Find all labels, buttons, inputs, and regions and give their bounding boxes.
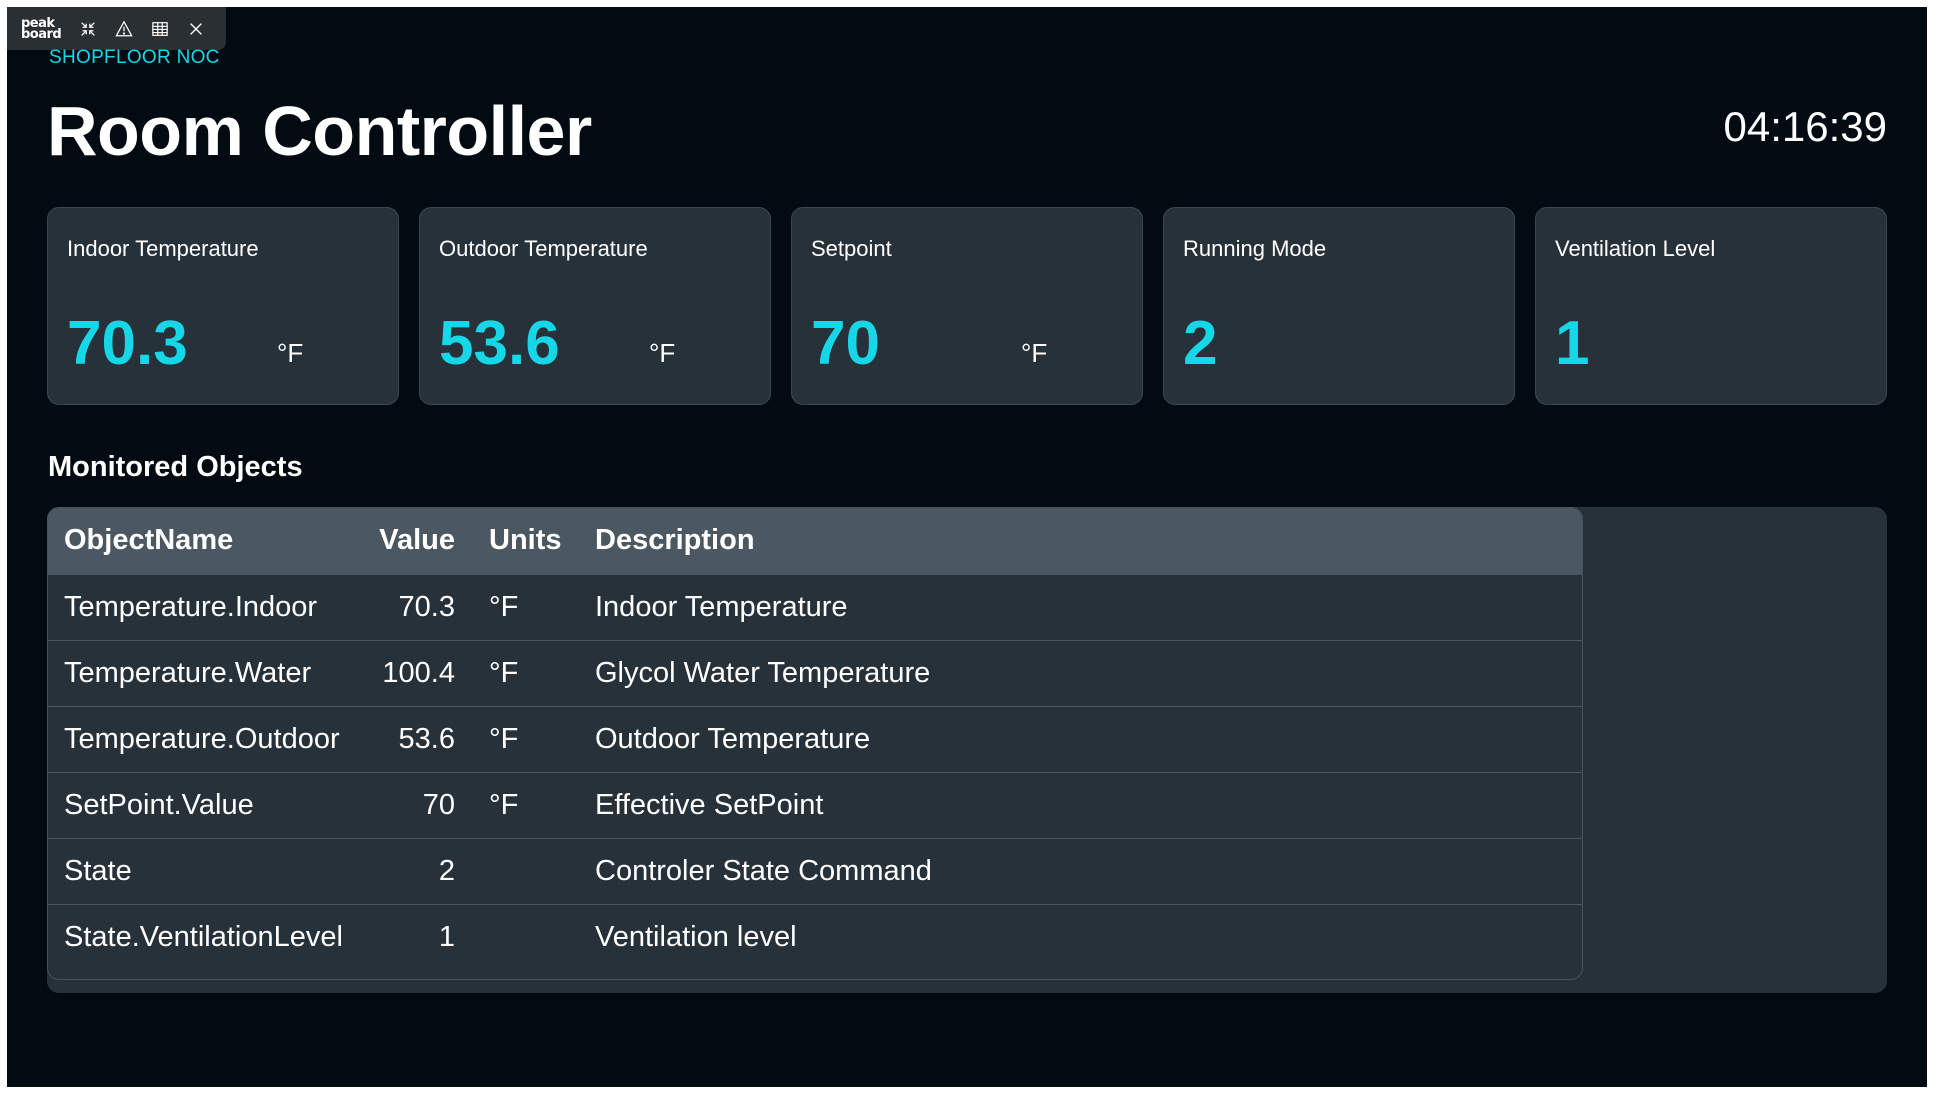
cell-value: 53.6 xyxy=(364,705,472,772)
monitored-objects-table: ObjectName Value Units Description Tempe… xyxy=(47,507,1583,980)
peakboard-logo: peak board xyxy=(21,17,63,42)
cell-description: Effective SetPoint xyxy=(579,771,1582,838)
table-row[interactable]: State 2 Controler State Command xyxy=(48,837,1582,904)
collapse-icon[interactable] xyxy=(77,18,99,40)
card-label: Outdoor Temperature xyxy=(439,236,648,261)
cell-units xyxy=(472,837,579,904)
card-indoor-temperature: Indoor Temperature 70.3 °F xyxy=(47,207,399,405)
cell-value: 100.4 xyxy=(364,639,472,706)
table-row[interactable]: Temperature.Indoor 70.3 °F Indoor Temper… xyxy=(48,573,1582,640)
cell-units: °F xyxy=(472,639,579,706)
cell-objectname: SetPoint.Value xyxy=(48,771,364,838)
table-row[interactable]: Temperature.Outdoor 53.6 °F Outdoor Temp… xyxy=(48,705,1582,772)
card-ventilation-level: Ventilation Level 1 xyxy=(1535,207,1887,405)
column-header-description[interactable]: Description xyxy=(579,508,1582,574)
cell-value: 1 xyxy=(364,903,472,970)
table-row[interactable]: Temperature.Water 100.4 °F Glycol Water … xyxy=(48,639,1582,706)
card-label: Ventilation Level xyxy=(1555,236,1716,261)
card-running-mode: Running Mode 2 xyxy=(1163,207,1515,405)
dashboard-screen: peak board SHOPFLOOR NOC Room Controller… xyxy=(7,7,1927,1087)
section-title: Monitored Objects xyxy=(48,451,303,483)
column-header-objectname[interactable]: ObjectName xyxy=(48,508,364,574)
cell-value: 70.3 xyxy=(364,573,472,640)
card-value: 53.6 xyxy=(439,309,560,378)
cell-description: Ventilation level xyxy=(579,903,1582,970)
table-icon[interactable] xyxy=(149,18,171,40)
warning-icon[interactable] xyxy=(113,18,135,40)
cell-objectname: State xyxy=(48,837,364,904)
cell-description: Controler State Command xyxy=(579,837,1582,904)
card-value: 1 xyxy=(1555,309,1590,378)
card-unit: °F xyxy=(649,338,676,368)
table-row[interactable]: SetPoint.Value 70 °F Effective SetPoint xyxy=(48,771,1582,838)
column-header-value[interactable]: Value xyxy=(364,508,472,574)
monitored-objects-panel: ObjectName Value Units Description Tempe… xyxy=(47,507,1887,993)
cell-objectname: State.VentilationLevel xyxy=(48,903,364,970)
cell-units xyxy=(472,903,579,970)
kpi-cards: Indoor Temperature 70.3 °F Outdoor Tempe… xyxy=(47,207,1887,407)
page-title: Room Controller xyxy=(47,92,592,170)
cell-units: °F xyxy=(472,573,579,640)
cell-units: °F xyxy=(472,771,579,838)
table-header-row: ObjectName Value Units Description xyxy=(48,508,1582,574)
card-unit: °F xyxy=(277,338,304,368)
cell-value: 2 xyxy=(364,837,472,904)
close-icon[interactable] xyxy=(185,18,207,40)
column-header-units[interactable]: Units xyxy=(472,508,579,574)
card-label: Setpoint xyxy=(811,236,892,261)
card-unit: °F xyxy=(1021,338,1048,368)
cell-objectname: Temperature.Outdoor xyxy=(48,705,364,772)
cell-description: Outdoor Temperature xyxy=(579,705,1582,772)
logo-line-2: board xyxy=(21,26,62,42)
card-outdoor-temperature: Outdoor Temperature 53.6 °F xyxy=(419,207,771,405)
peakboard-toolbar: peak board xyxy=(7,7,226,50)
cell-description: Indoor Temperature xyxy=(579,573,1582,640)
cell-objectname: Temperature.Water xyxy=(48,639,364,706)
clock: 04:16:39 xyxy=(1723,103,1888,150)
cell-objectname: Temperature.Indoor xyxy=(48,573,364,640)
dashboard-subtitle: SHOPFLOOR NOC xyxy=(49,47,220,68)
card-label: Running Mode xyxy=(1183,236,1327,261)
cell-units: °F xyxy=(472,705,579,772)
card-label: Indoor Temperature xyxy=(67,236,259,261)
cell-value: 70 xyxy=(364,771,472,838)
card-value: 70 xyxy=(811,309,880,378)
card-value: 70.3 xyxy=(67,309,188,378)
card-value: 2 xyxy=(1183,309,1218,378)
cell-description: Glycol Water Temperature xyxy=(579,639,1582,706)
table-row[interactable]: State.VentilationLevel 1 Ventilation lev… xyxy=(48,903,1582,970)
card-setpoint: Setpoint 70 °F xyxy=(791,207,1143,405)
